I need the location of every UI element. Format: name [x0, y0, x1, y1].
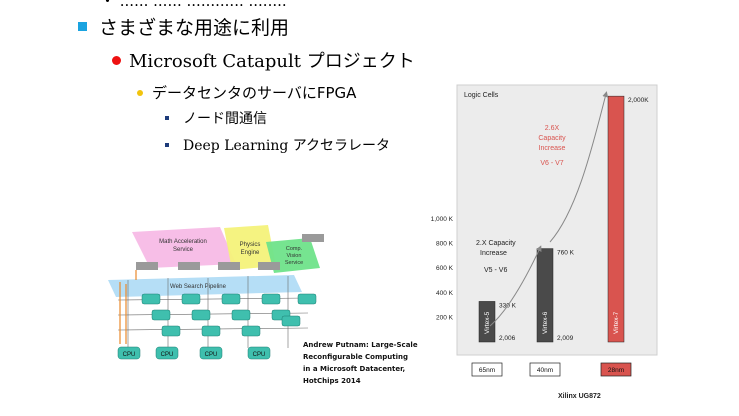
- bar-value-label: 760 K: [557, 250, 575, 257]
- fpga-chip: [136, 262, 158, 270]
- cpu-label: CPU: [253, 352, 266, 358]
- logic-cells-chart-svg: Logic Cells 200 K400 K600 K800 K1,000 K …: [431, 84, 658, 400]
- annotation-text: 2.X Capacity: [476, 240, 516, 247]
- y-tick-label: 400 K: [436, 290, 454, 297]
- bullet-level1: さまざまな用途に利用: [78, 13, 289, 40]
- physics-label-line1: Physics: [240, 242, 261, 248]
- vision-label-line1: Comp.: [286, 246, 303, 252]
- bullet-level1-text: さまざまな用途に利用: [99, 17, 290, 39]
- bullet-level4-node-comm: ノード間通信: [165, 108, 267, 128]
- red-dot-bullet-icon: [112, 55, 121, 65]
- bullet-level2-text: Microsoft Catapult プロジェクト: [129, 51, 415, 72]
- bullet-level4-deep-learning: Deep Learning アクセラレータ: [165, 135, 390, 155]
- square-bullet-icon: [78, 22, 87, 31]
- x-category-label: 28nm: [608, 367, 624, 374]
- x-category-label: 40nm: [537, 367, 553, 374]
- yellow-dot-bullet-icon: [137, 89, 143, 96]
- small-square-bullet-icon: [165, 116, 169, 120]
- annotation-text: V6 - V7: [540, 160, 563, 167]
- x-category-label: 65nm: [479, 367, 495, 374]
- cpu-label: CPU: [161, 352, 174, 358]
- vision-label-line2: Vision: [287, 253, 302, 259]
- annotation-text: Capacity: [538, 135, 566, 142]
- citation-line: Reconfigurable Computing: [303, 353, 409, 361]
- bullet-level3: データセンタのサーバにFPGA: [137, 82, 356, 103]
- vision-label-line3: Service: [285, 260, 303, 266]
- annotation-text: Increase: [480, 250, 507, 257]
- citation-line: Andrew Putnam: Large-Scale: [303, 341, 418, 349]
- annotation-text: V5 - V6: [484, 267, 507, 274]
- chart-title: Logic Cells: [464, 92, 499, 99]
- math-label-line2: Service: [173, 247, 194, 253]
- bar-series-label: Virtex-6: [542, 311, 549, 334]
- y-axis: 200 K 400 K 600 K 800 K 1,000 K: [431, 216, 454, 321]
- bar-value-label: 2,000K: [628, 97, 649, 104]
- bullet-level2: Microsoft Catapult プロジェクト: [112, 47, 415, 73]
- cpu-label: CPU: [123, 352, 136, 358]
- fpga-chip: [258, 262, 280, 270]
- y-tick-label: 800 K: [436, 241, 454, 248]
- bar-year-label: 2,006: [499, 335, 516, 342]
- bullet-level3-text: データセンタのサーバにFPGA: [152, 84, 357, 102]
- physics-label-line2: Engine: [241, 250, 260, 256]
- cpu-label: CPU: [205, 352, 218, 358]
- x-axis-labels: 65nm 40nm 28nm: [471, 362, 632, 377]
- annotation-text: 2.6X: [545, 125, 560, 132]
- y-tick-label: 1,000 K: [431, 216, 454, 223]
- cut-off-top-text: ・ ...... ...... ............ ........: [100, 0, 287, 10]
- bullet-level4-text: ノード間通信: [183, 111, 267, 127]
- citation-line: HotChips 2014: [303, 377, 361, 385]
- bar-virtex-7: [607, 95, 625, 343]
- fpga-chip: [302, 234, 324, 242]
- math-label-line1: Math Acceleration: [159, 239, 207, 245]
- source-label: Xilinx UG872: [558, 393, 601, 400]
- pipeline-label: Web Search Pipeline: [170, 284, 227, 290]
- bar-year-label: 2,009: [557, 335, 574, 342]
- citation-line: in a Microsoft Datacenter,: [303, 365, 406, 373]
- catapult-datacenter-diagram: Math Acceleration Service Physics Engine…: [108, 225, 324, 360]
- annotation-text: Increase: [539, 145, 566, 152]
- y-tick-label: 600 K: [436, 265, 454, 272]
- fpga-chip: [218, 262, 240, 270]
- bullet-level4-text: Deep Learning アクセラレータ: [183, 138, 391, 154]
- y-tick-label: 200 K: [436, 314, 454, 321]
- logic-cells-chart: Logic Cells 200 K 400 K 600 K 800 K 1,000 K …: [428, 80, 659, 402]
- bar-series-label: Virtex-7: [613, 311, 620, 334]
- fpga-chip: [178, 262, 200, 270]
- small-square-bullet-icon: [165, 143, 169, 147]
- cpu-row: CPU CPU CPU CPU: [117, 346, 271, 360]
- bar-series-label: Virtex-5: [484, 311, 491, 334]
- citation: Andrew Putnam: Large-Scale Reconfigurabl…: [303, 339, 423, 387]
